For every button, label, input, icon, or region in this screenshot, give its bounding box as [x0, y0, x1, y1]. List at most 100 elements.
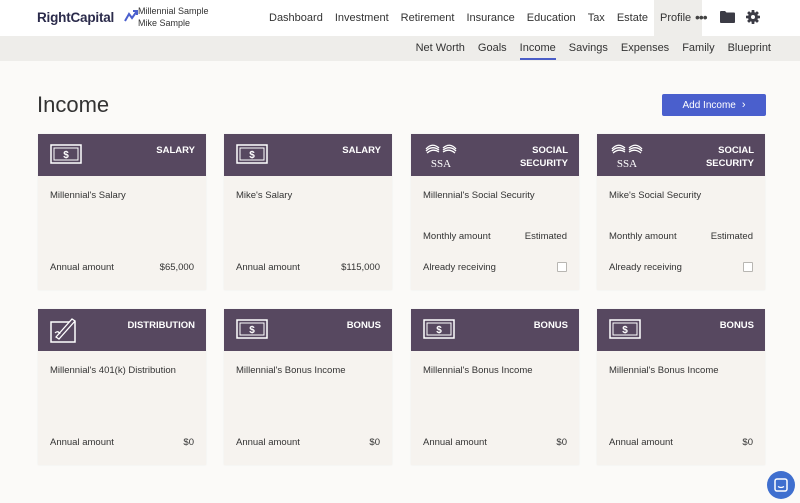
card-income-name: Mike's Salary [236, 190, 293, 201]
card-type-label: SOCIAL SECURITY [706, 145, 754, 170]
subnav-item-savings[interactable]: Savings [569, 36, 608, 61]
income-card-salary-mike[interactable]: $ SALARY Mike's Salary Annual amount $11… [224, 134, 392, 290]
card-type-line: DISTRIBUTION [127, 320, 195, 331]
card-header: $ BONUS [224, 309, 392, 351]
dollar-bill-icon: $ [423, 319, 455, 339]
annual-amount-label: Annual amount [236, 262, 300, 273]
annual-amount-label: Annual amount [50, 437, 114, 448]
ssa-logo-icon: SSA [425, 144, 457, 168]
nav-item-dashboard[interactable]: Dashboard [263, 0, 329, 36]
client-selector[interactable]: Millennial Sample Mike Sample [138, 5, 209, 29]
annual-amount-label: Annual amount [236, 437, 300, 448]
card-type-line: BONUS [719, 320, 754, 331]
ssa-logo-icon: SSA [611, 144, 643, 168]
chevron-right-icon: › [741, 99, 746, 111]
monthly-amount-label: Monthly amount [423, 231, 491, 242]
add-income-button[interactable]: Add Income › [662, 94, 766, 116]
card-income-name: Millennial's Bonus Income [423, 365, 533, 376]
card-income-name: Millennial's Bonus Income [609, 365, 719, 376]
folder-icon[interactable] [720, 11, 735, 23]
chat-launcher-button[interactable] [767, 471, 795, 499]
sub-nav: Net Worth Goals Income Savings Expenses … [403, 36, 771, 61]
income-card-social-security-millennial[interactable]: SSA SOCIAL SECURITY Millennial's Social … [411, 134, 579, 290]
page-title: Income [37, 92, 110, 117]
card-type-line: SALARY [156, 145, 195, 156]
main-nav: Dashboard Investment Retirement Insuranc… [263, 0, 703, 36]
nav-item-estate[interactable]: Estate [611, 0, 654, 36]
annual-amount-value: $0 [369, 437, 380, 448]
more-menu-button[interactable]: ••• [695, 9, 708, 25]
income-card-salary-millennial[interactable]: $ SALARY Millennial's Salary Annual amou… [38, 134, 206, 290]
card-type-label: BONUS [720, 320, 754, 333]
card-header: $ BONUS [597, 309, 765, 351]
svg-text:SSA: SSA [617, 158, 637, 168]
annual-amount-label: Annual amount [609, 437, 673, 448]
nav-item-insurance[interactable]: Insurance [460, 0, 520, 36]
nav-item-tax[interactable]: Tax [582, 0, 611, 36]
svg-text:$: $ [249, 325, 255, 336]
dollar-bill-icon: $ [50, 144, 82, 164]
dollar-bill-icon: $ [236, 144, 268, 164]
income-card-bonus-2[interactable]: $ BONUS Millennial's Bonus Income Annual… [411, 309, 579, 465]
income-card-distribution[interactable]: DISTRIBUTION Millennial's 401(k) Distrib… [38, 309, 206, 465]
nav-item-education[interactable]: Education [521, 0, 582, 36]
monthly-amount-value: Estimated [710, 231, 753, 242]
chat-icon [774, 478, 788, 492]
annual-amount-value: $65,000 [159, 262, 194, 273]
nav-item-retirement[interactable]: Retirement [395, 0, 461, 36]
subnav-item-family[interactable]: Family [682, 36, 714, 61]
card-type-label: SALARY [342, 145, 381, 158]
card-income-name: Mike's Social Security [609, 190, 702, 201]
card-type-label: SALARY [156, 145, 195, 158]
annual-amount-value: $115,000 [341, 262, 380, 273]
card-income-name: Millennial's Salary [50, 190, 126, 201]
svg-text:SSA: SSA [431, 158, 451, 168]
top-navigation-bar: RightCapital Millennial Sample Mike Samp… [0, 0, 800, 36]
annual-amount-value: $0 [183, 437, 194, 448]
already-receiving-label: Already receiving [423, 262, 496, 273]
card-header: $ BONUS [411, 309, 579, 351]
nav-item-investment[interactable]: Investment [329, 0, 395, 36]
logo-text: RightCapital [37, 10, 115, 25]
subnav-item-net-worth[interactable]: Net Worth [416, 36, 465, 61]
card-header: DISTRIBUTION [38, 309, 206, 351]
client-primary-name: Millennial Sample [138, 6, 209, 16]
card-type-label: BONUS [534, 320, 568, 333]
card-income-name: Millennial's 401(k) Distribution [50, 365, 176, 376]
app-logo[interactable]: RightCapital [37, 10, 138, 25]
card-type-label: DISTRIBUTION [127, 320, 195, 333]
svg-text:$: $ [249, 150, 255, 161]
subnav-item-income[interactable]: Income [519, 36, 556, 61]
income-card-bonus-3[interactable]: $ BONUS Millennial's Bonus Income Annual… [597, 309, 765, 465]
subnav-item-goals[interactable]: Goals [478, 36, 507, 61]
card-income-name: Millennial's Bonus Income [236, 365, 346, 376]
gear-icon[interactable] [746, 10, 760, 24]
annual-amount-label: Annual amount [423, 437, 487, 448]
already-receiving-checkbox[interactable] [557, 262, 567, 272]
card-header: SSA SOCIAL SECURITY [597, 134, 765, 176]
subnav-item-blueprint[interactable]: Blueprint [728, 36, 771, 61]
add-income-label: Add Income [682, 99, 736, 111]
card-type-line: BONUS [533, 320, 568, 331]
annual-amount-label: Annual amount [50, 262, 114, 273]
card-type-line: BONUS [346, 320, 381, 331]
card-type-line: SECURITY [519, 157, 568, 169]
dollar-bill-icon: $ [609, 319, 641, 339]
already-receiving-checkbox[interactable] [743, 262, 753, 272]
card-type-line: SECURITY [705, 157, 754, 169]
already-receiving-label: Already receiving [609, 262, 682, 273]
card-type-line: SOCIAL [718, 145, 754, 156]
sub-navigation-bar: Net Worth Goals Income Savings Expenses … [0, 36, 800, 61]
card-type-label: BONUS [347, 320, 381, 333]
subnav-item-expenses[interactable]: Expenses [621, 36, 669, 61]
signature-pen-icon [50, 318, 76, 343]
client-secondary-name: Mike Sample [138, 18, 191, 28]
dollar-bill-icon: $ [236, 319, 268, 339]
card-type-line: SALARY [342, 145, 381, 156]
card-header: $ SALARY [38, 134, 206, 176]
logo-arrow-icon [124, 10, 138, 22]
svg-text:$: $ [622, 325, 628, 336]
card-type-line: SOCIAL [532, 145, 568, 156]
income-card-social-security-mike[interactable]: SSA SOCIAL SECURITY Mike's Social Securi… [597, 134, 765, 290]
income-card-bonus-1[interactable]: $ BONUS Millennial's Bonus Income Annual… [224, 309, 392, 465]
